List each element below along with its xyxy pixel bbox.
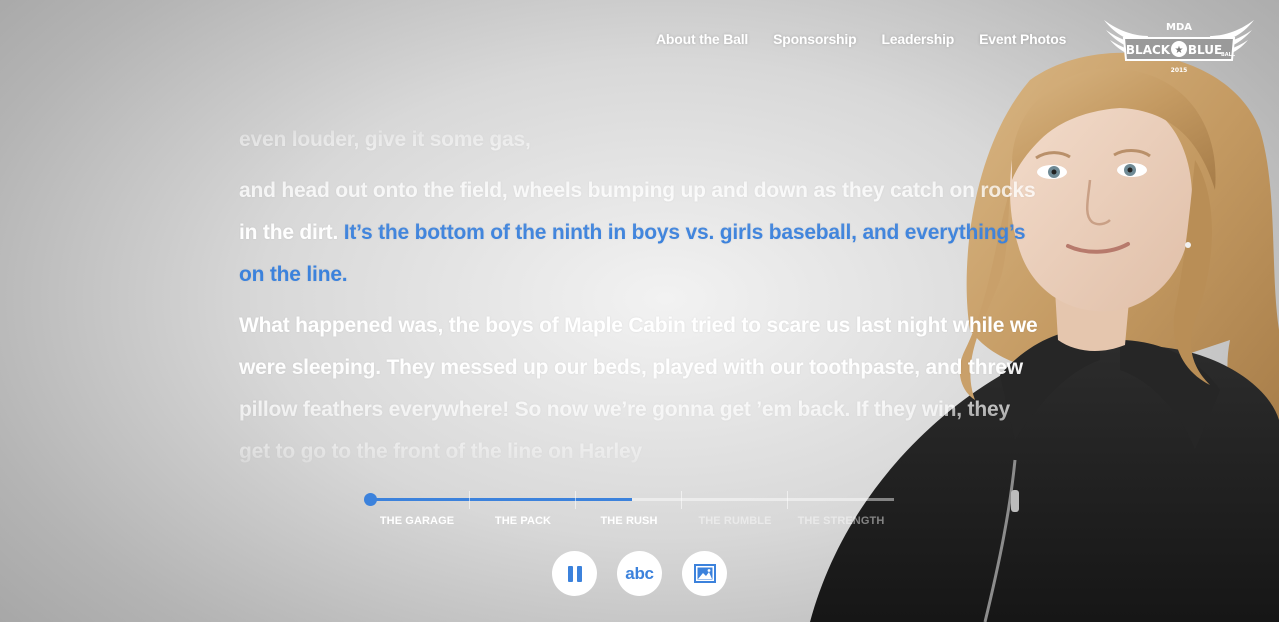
- svg-text:BALL: BALL: [1221, 52, 1236, 58]
- story-paragraph-1: and head out onto the field, wheels bump…: [239, 170, 1039, 296]
- svg-text:MDA: MDA: [1166, 22, 1192, 33]
- mda-black-blue-ball-logo[interactable]: MDA BLACK ★ BLUE BALL 2015: [1102, 10, 1256, 76]
- story-text: even louder, give it some gas, and head …: [239, 100, 1039, 485]
- chapter-the-strength[interactable]: THE STRENGTH: [798, 515, 885, 527]
- timeline-tick: [787, 491, 788, 509]
- chapter-the-garage[interactable]: THE GARAGE: [380, 515, 454, 527]
- chapter-the-rush[interactable]: THE RUSH: [600, 515, 657, 527]
- story-paragraph-2: What happened was, the boys of Maple Cab…: [239, 314, 1038, 463]
- image-toggle-button[interactable]: [682, 551, 727, 596]
- text-toggle-button[interactable]: abc: [617, 551, 662, 596]
- timeline-progress: [370, 498, 632, 501]
- text-toggle-label: abc: [625, 563, 654, 583]
- story-pre-line: [239, 100, 1039, 110]
- timeline-handle[interactable]: [364, 493, 377, 506]
- timeline-tick: [681, 491, 682, 509]
- pause-button[interactable]: [552, 551, 597, 596]
- image-icon: [693, 564, 716, 583]
- nav-about-the-ball[interactable]: About the Ball: [656, 31, 748, 47]
- timeline-tick: [575, 491, 576, 509]
- timeline-tick: [469, 491, 470, 509]
- story-highlight: It’s the bottom of the ninth in boys vs.…: [239, 221, 1026, 286]
- chapter-timeline: THE GARAGE THE PACK THE RUSH THE RUMBLE …: [364, 488, 894, 528]
- chapter-the-rumble[interactable]: THE RUMBLE: [698, 515, 771, 527]
- svg-text:2015: 2015: [1171, 67, 1188, 74]
- story-lead-line: even louder, give it some gas,: [239, 128, 531, 151]
- pause-icon: [567, 565, 582, 582]
- chapter-the-pack[interactable]: THE PACK: [495, 515, 551, 527]
- svg-text:★: ★: [1175, 45, 1184, 56]
- svg-text:BLACK: BLACK: [1126, 43, 1171, 57]
- svg-text:BLUE: BLUE: [1188, 43, 1222, 57]
- playback-controls: abc: [552, 551, 727, 596]
